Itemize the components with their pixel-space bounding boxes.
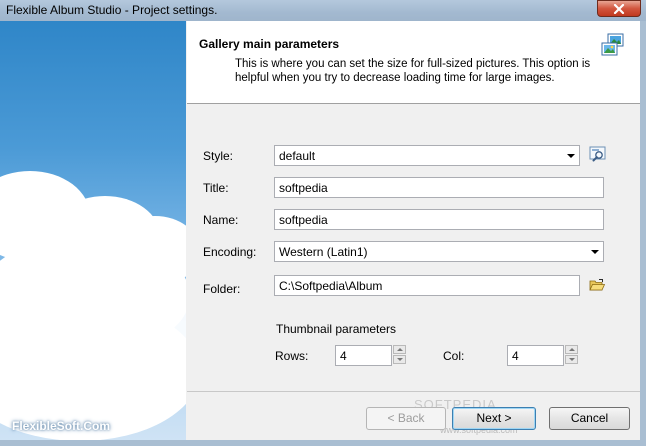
col-increment-button[interactable]	[565, 345, 578, 354]
title-input[interactable]	[274, 177, 604, 198]
dialog-window: Flexible Album Studio - Project settings…	[0, 0, 646, 446]
encoding-dropdown[interactable]: Western (Latin1)	[274, 241, 604, 262]
rows-decrement-button[interactable]	[393, 355, 406, 364]
title-bar[interactable]: Flexible Album Studio - Project settings…	[0, 0, 646, 21]
dialog-client-area: FlexibleSoft.Com Gallery main parameters…	[0, 21, 640, 440]
brand-label: FlexibleSoft.Com	[12, 419, 111, 433]
close-icon	[613, 4, 625, 14]
footer-divider	[187, 391, 640, 392]
window-title: Flexible Album Studio - Project settings…	[6, 3, 218, 17]
col-label: Col:	[443, 349, 465, 363]
folder-input[interactable]	[274, 275, 580, 296]
cancel-button[interactable]: Cancel	[549, 407, 630, 430]
chevron-down-icon	[591, 250, 599, 254]
style-dropdown[interactable]: default	[274, 145, 580, 166]
page-description: This is where you can set the size for f…	[235, 58, 591, 84]
gallery-pictures-icon	[601, 33, 624, 56]
rows-spinner[interactable]	[393, 345, 406, 365]
sidebar-sky-image: FlexibleSoft.Com	[0, 21, 186, 440]
rows-input[interactable]	[335, 345, 392, 366]
wizard-header: Gallery main parameters This is where yo…	[187, 21, 640, 104]
preview-style-icon[interactable]	[589, 145, 607, 163]
encoding-label: Encoding:	[203, 245, 257, 259]
folder-label: Folder:	[203, 282, 241, 296]
col-spinner[interactable]	[565, 345, 578, 365]
encoding-value: Western (Latin1)	[279, 245, 368, 259]
col-decrement-button[interactable]	[565, 355, 578, 364]
style-value: default	[279, 149, 316, 163]
chevron-down-icon	[567, 154, 575, 158]
close-button[interactable]	[597, 0, 641, 17]
back-button[interactable]: < Back	[366, 407, 446, 430]
next-button[interactable]: Next >	[452, 407, 536, 430]
title-label: Title:	[203, 181, 229, 195]
page-title: Gallery main parameters	[199, 37, 340, 51]
style-label: Style:	[203, 149, 234, 163]
name-label: Name:	[203, 213, 239, 227]
name-input[interactable]	[274, 209, 604, 230]
rows-increment-button[interactable]	[393, 345, 406, 354]
rows-label: Rows:	[275, 349, 309, 363]
open-folder-icon[interactable]	[589, 278, 605, 292]
col-input[interactable]	[507, 345, 564, 366]
thumbnail-heading: Thumbnail parameters	[276, 322, 397, 336]
